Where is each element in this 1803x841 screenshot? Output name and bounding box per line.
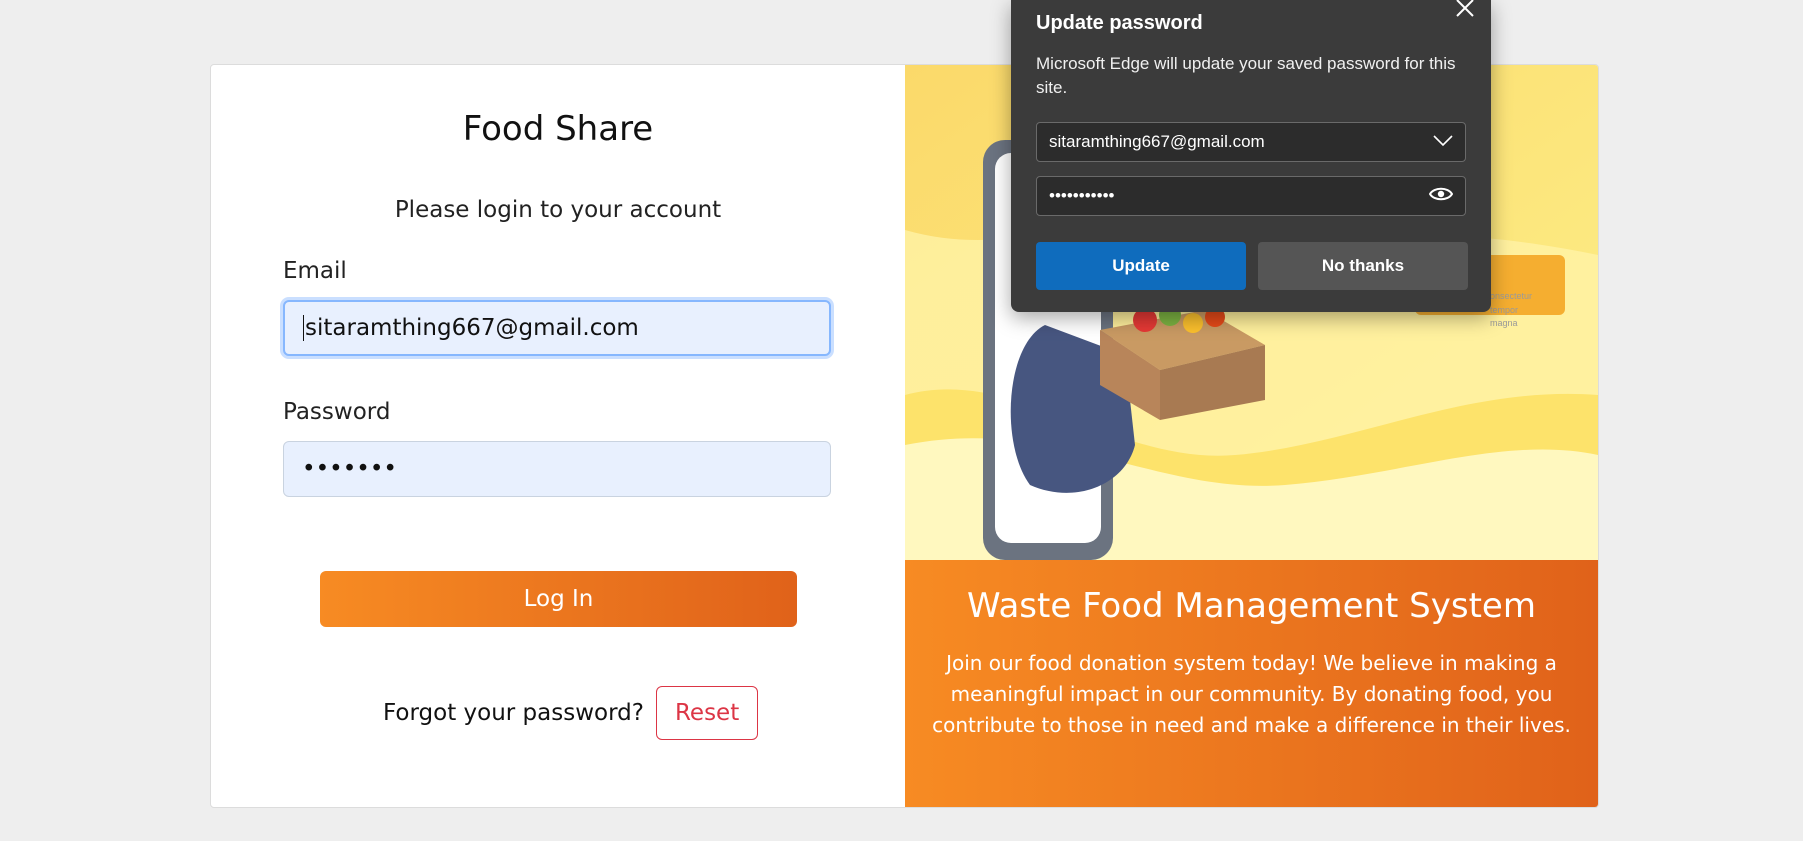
promo-text: Join our food donation system today! We … <box>932 651 1571 737</box>
password-label: Password <box>283 399 391 425</box>
close-icon[interactable] <box>1451 0 1479 22</box>
email-input-value: sitaramthing667@gmail.com <box>305 315 639 341</box>
svg-text:magna: magna <box>1490 318 1518 328</box>
forgot-password-text: Forgot your password? <box>383 700 644 726</box>
login-subtitle: Please login to your account <box>394 197 722 223</box>
username-value: sitaramthing667@gmail.com <box>1049 132 1265 151</box>
popup-password-field[interactable]: ••••••••••• <box>1036 176 1466 216</box>
password-input[interactable]: ••••••• <box>283 441 831 497</box>
text-caret <box>303 315 304 341</box>
update-button[interactable]: Update <box>1036 242 1246 290</box>
reset-button[interactable]: Reset <box>655 686 759 740</box>
popup-title: Update password <box>1036 12 1203 34</box>
page-title: Food Share <box>462 109 654 149</box>
promo-title: Waste Food Management System <box>967 586 1536 626</box>
no-thanks-button[interactable]: No thanks <box>1258 242 1468 290</box>
update-password-popup: Update password Microsoft Edge will upda… <box>1011 0 1491 312</box>
svg-text:onsectetur: onsectetur <box>1490 291 1532 301</box>
svg-text:tempor: tempor <box>1490 305 1518 315</box>
eye-icon[interactable] <box>1428 186 1454 207</box>
forgot-password-row: Forgot your password? Reset <box>383 685 759 741</box>
login-button[interactable]: Log In <box>320 571 797 627</box>
promo-banner: Waste Food Management System Join our fo… <box>905 560 1598 807</box>
email-label: Email <box>283 258 347 284</box>
chevron-down-icon <box>1433 132 1453 152</box>
email-input[interactable]: sitaramthing667@gmail.com <box>283 300 831 356</box>
username-select[interactable]: sitaramthing667@gmail.com <box>1036 122 1466 162</box>
login-panel: Food Share Please login to your account … <box>211 65 905 807</box>
popup-password-value: ••••••••••• <box>1049 186 1115 205</box>
popup-description: Microsoft Edge will update your saved pa… <box>1036 54 1456 97</box>
password-input-value: ••••••• <box>302 456 397 482</box>
